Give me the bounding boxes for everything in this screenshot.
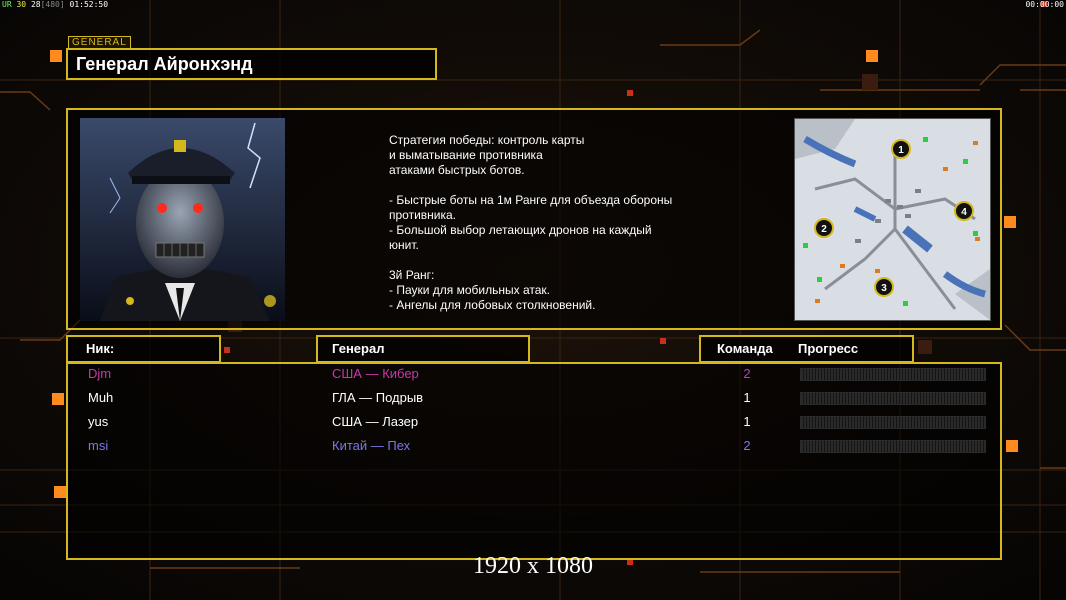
general-column-header: Генерал [316, 335, 530, 363]
team-column-label: Команда [717, 341, 773, 356]
player-general: США — Кибер [332, 366, 419, 381]
player-nick: Muh [88, 390, 114, 405]
map-preview: 1 2 3 4 [794, 118, 991, 321]
player-general: ГЛА — Подрыв [332, 390, 424, 405]
player-progress-bar [800, 368, 986, 381]
player-row: Djm США — Кибер 2 [68, 364, 1000, 384]
player-team: 1 [743, 414, 751, 429]
player-team: 2 [743, 366, 751, 381]
start-position-2: 2 [821, 224, 827, 235]
fps-counter: UR 30 28[480] 01:52:50 [2, 0, 108, 9]
player-progress-bar [800, 416, 986, 429]
hud-ur: UR [2, 0, 12, 9]
player-nick: yus [88, 414, 109, 429]
hud-value-b: 28 [30, 0, 41, 9]
general-title-box: Генерал Айронхэнд [66, 48, 437, 80]
start-position-4: 4 [961, 207, 967, 218]
start-position-3: 3 [881, 283, 887, 294]
progress-column-label: Прогресс [798, 341, 859, 356]
player-nick: msi [88, 438, 109, 453]
team-progress-column-header: Команда Прогресс [699, 335, 914, 363]
player-row: yus США — Лазер 1 [68, 412, 1000, 432]
player-progress-bar [800, 440, 986, 453]
player-team: 2 [743, 438, 751, 453]
player-row: msi Китай — Пех 2 [68, 436, 1000, 456]
general-portrait [80, 118, 285, 321]
general-title: Генерал Айронхэнд [76, 54, 253, 74]
game-timer: 00:00:00 [1025, 0, 1064, 9]
general-column-label: Генерал [332, 341, 385, 356]
hud-value-c: [480] [40, 0, 65, 9]
nick-column-header: Ник: [66, 335, 221, 363]
player-row: Muh ГЛА — Подрыв 1 [68, 388, 1000, 408]
hud-clock: 01:52:50 [69, 0, 109, 9]
hud-value-a: 30 [16, 0, 27, 9]
player-nick: Djm [88, 366, 112, 381]
player-progress-bar [800, 392, 986, 405]
player-list: Djm США — Кибер 2 Muh ГЛА — Подрыв 1 yus… [66, 362, 1002, 560]
nick-column-label: Ник: [86, 341, 115, 356]
resolution-label: 1920 x 1080 [473, 553, 593, 579]
strategy-description: Стратегия победы: контроль карты и вымат… [389, 133, 673, 312]
general-info-panel: Стратегия победы: контроль карты и вымат… [66, 108, 1002, 330]
player-general: Китай — Пех [332, 438, 411, 453]
player-team: 1 [743, 390, 751, 405]
player-general: США — Лазер [332, 414, 419, 429]
start-position-1: 1 [898, 145, 904, 156]
